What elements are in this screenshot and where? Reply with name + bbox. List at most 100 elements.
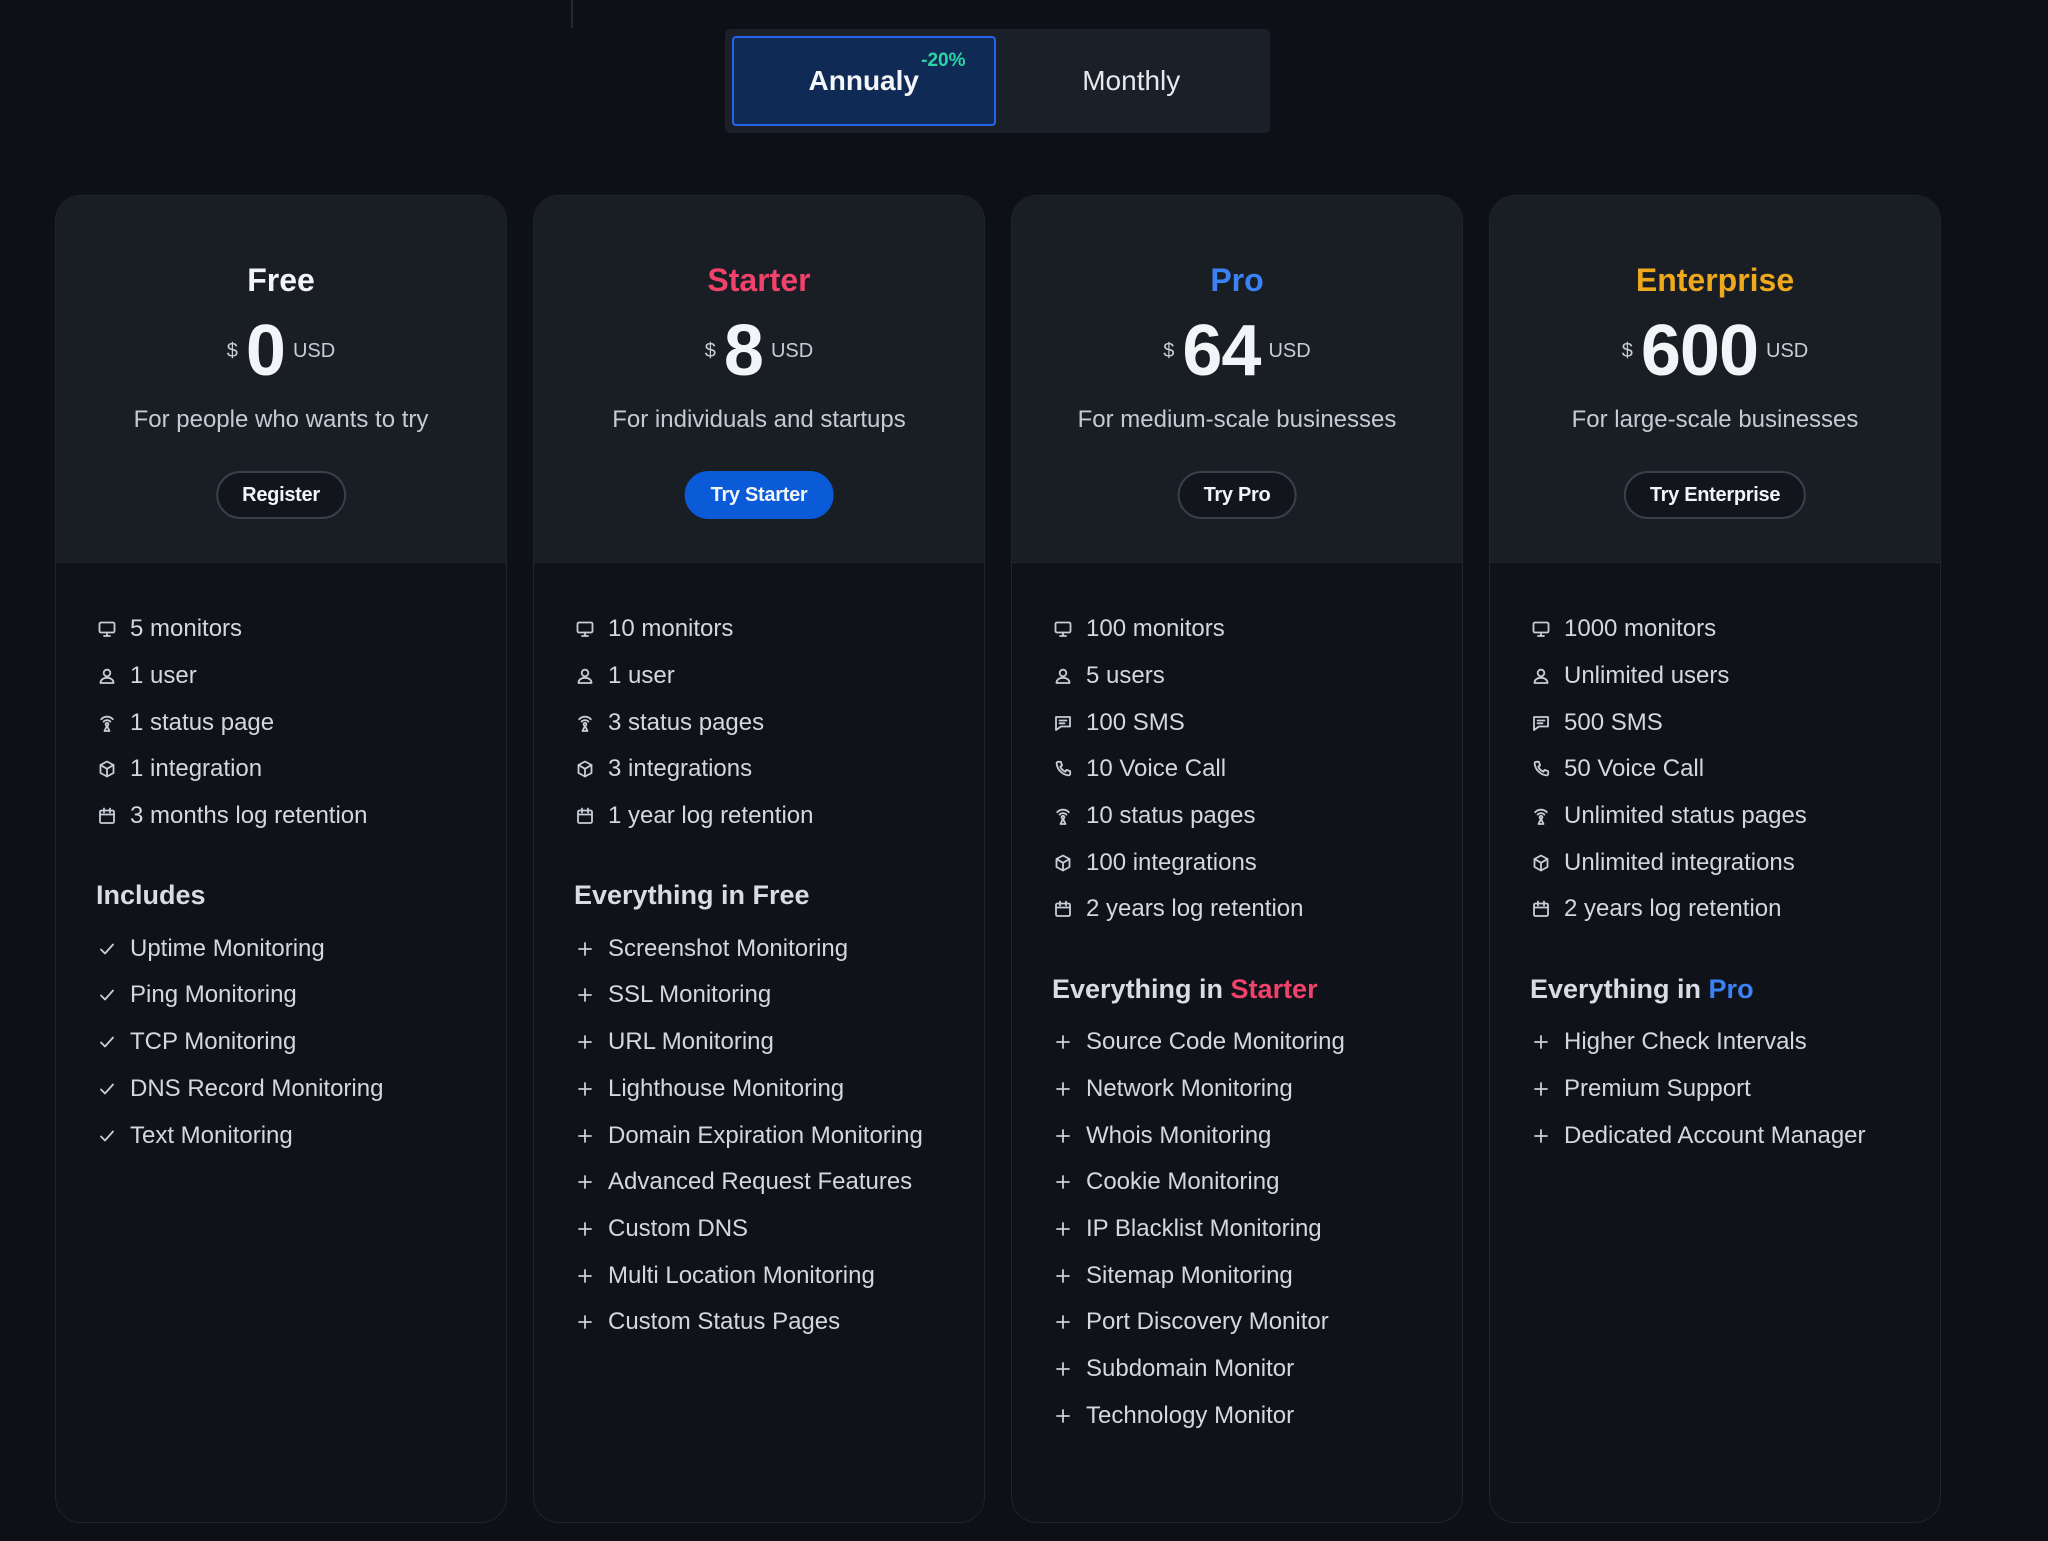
limit-item: 1000 monitors bbox=[1530, 606, 1900, 653]
limit-item: 1 user bbox=[96, 653, 466, 700]
limit-text: 3 integrations bbox=[608, 755, 753, 783]
feature-item: DNS Record Monitoring bbox=[96, 1066, 466, 1113]
limit-item: 1 user bbox=[574, 653, 944, 700]
plan-description: For medium-scale businesses bbox=[1077, 406, 1397, 433]
plan-card-enterprise: Enterprise $ 600 USD For large-scale bus… bbox=[1489, 195, 1941, 1523]
limit-text: 10 Voice Call bbox=[1086, 755, 1227, 783]
limit-item: 3 months log retention bbox=[96, 793, 466, 840]
feature-item: IP Blacklist Monitoring bbox=[1052, 1206, 1422, 1253]
plan-name: Starter bbox=[707, 262, 811, 298]
section-title-text: Everything in Free bbox=[574, 880, 810, 911]
try-enterprise-button[interactable]: Try Enterprise bbox=[1623, 471, 1807, 519]
limit-text: 100 SMS bbox=[1086, 708, 1185, 736]
try-pro-button[interactable]: Try Pro bbox=[1177, 471, 1297, 519]
phone-icon bbox=[1530, 758, 1552, 780]
integration-icon bbox=[1530, 852, 1552, 874]
price: $ 600 USD bbox=[1490, 311, 1940, 391]
feature-text: IP Blacklist Monitoring bbox=[1086, 1214, 1322, 1242]
feature-text: Screenshot Monitoring bbox=[608, 934, 849, 962]
monthly-label: Monthly bbox=[1082, 65, 1181, 96]
feature-item: Uptime Monitoring bbox=[96, 925, 466, 972]
limit-text: 100 integrations bbox=[1086, 848, 1257, 876]
feature-item: Multi Location Monitoring bbox=[574, 1252, 944, 1299]
limit-item: 100 integrations bbox=[1052, 839, 1422, 886]
calendar-icon bbox=[96, 805, 118, 827]
message-icon bbox=[1530, 712, 1552, 734]
user-icon bbox=[1530, 665, 1552, 687]
plus-icon bbox=[574, 1218, 596, 1240]
plus-icon bbox=[574, 1171, 596, 1193]
feature-text: Advanced Request Features bbox=[608, 1168, 913, 1196]
limit-text: Unlimited integrations bbox=[1564, 848, 1795, 876]
check-icon bbox=[96, 984, 118, 1006]
limit-text: 3 months log retention bbox=[130, 802, 368, 830]
limit-text: 50 Voice Call bbox=[1564, 755, 1705, 783]
plus-icon bbox=[574, 1078, 596, 1100]
limit-item: Unlimited users bbox=[1530, 653, 1900, 700]
broadcast-icon bbox=[1530, 805, 1552, 827]
section-title-text: Includes bbox=[96, 880, 206, 911]
feature-item: Premium Support bbox=[1530, 1066, 1900, 1113]
feature-text: URL Monitoring bbox=[608, 1028, 774, 1056]
feature-item: SSL Monitoring bbox=[574, 972, 944, 1019]
register-button[interactable]: Register bbox=[216, 471, 346, 519]
monitor-icon bbox=[96, 618, 118, 640]
plan-features: Higher Check Intervals Premium Support Ded… bbox=[1530, 1019, 1900, 1159]
feature-text: Source Code Monitoring bbox=[1086, 1028, 1345, 1056]
limit-item: 10 monitors bbox=[574, 606, 944, 653]
plan-features: Screenshot Monitoring SSL Monitoring URL M… bbox=[574, 925, 944, 1345]
plus-icon bbox=[1052, 1171, 1074, 1193]
user-icon bbox=[1052, 665, 1074, 687]
plan-card-free: Free $ 0 USD For people who wants to try… bbox=[55, 195, 507, 1523]
plus-icon bbox=[1052, 1265, 1074, 1287]
feature-item: Custom DNS bbox=[574, 1206, 944, 1253]
check-icon bbox=[96, 938, 118, 960]
feature-item: Custom Status Pages bbox=[574, 1299, 944, 1346]
integration-icon bbox=[96, 758, 118, 780]
price-amount: 8 bbox=[723, 311, 764, 391]
feature-item: Text Monitoring bbox=[96, 1112, 466, 1159]
feature-item: Subdomain Monitor bbox=[1052, 1346, 1422, 1393]
divider-line bbox=[571, 0, 573, 28]
plan-limits: 1000 monitors Unlimited users 500 SMS 50 Vo… bbox=[1530, 606, 1900, 933]
limit-text: 1 integration bbox=[130, 755, 263, 783]
section-title-accent: Starter bbox=[1230, 973, 1318, 1004]
plus-icon bbox=[574, 1265, 596, 1287]
limit-item: 1 year log retention bbox=[574, 793, 944, 840]
message-icon bbox=[1052, 712, 1074, 734]
plan-description: For people who wants to try bbox=[133, 406, 429, 433]
plan-header: Free $ 0 USD For people who wants to try… bbox=[56, 196, 506, 563]
integration-icon bbox=[574, 758, 596, 780]
annual-label: Annualy bbox=[808, 65, 919, 96]
broadcast-icon bbox=[574, 712, 596, 734]
feature-item: Port Discovery Monitor bbox=[1052, 1299, 1422, 1346]
limit-item: 2 years log retention bbox=[1530, 886, 1900, 933]
feature-item: Whois Monitoring bbox=[1052, 1112, 1422, 1159]
plus-icon bbox=[1530, 1031, 1552, 1053]
plan-name: Enterprise bbox=[1635, 262, 1795, 298]
limit-item: 3 integrations bbox=[574, 746, 944, 793]
features-section-title: Everything in Starter bbox=[1052, 969, 1422, 1009]
plan-features: Source Code Monitoring Network Monitoring… bbox=[1052, 1019, 1422, 1439]
limit-text: 100 monitors bbox=[1086, 615, 1225, 643]
limit-text: 500 SMS bbox=[1564, 708, 1663, 736]
plus-icon bbox=[1052, 1031, 1074, 1053]
limit-text: 10 status pages bbox=[1086, 802, 1256, 830]
plan-limits: 100 monitors 5 users 100 SMS 10 Voice Call 1… bbox=[1052, 606, 1422, 933]
limit-item: 500 SMS bbox=[1530, 699, 1900, 746]
limit-text: 1 status page bbox=[130, 708, 275, 736]
monthly-option-button[interactable]: Monthly bbox=[1000, 36, 1263, 126]
phone-icon bbox=[1052, 758, 1074, 780]
feature-text: Dedicated Account Manager bbox=[1564, 1121, 1866, 1149]
limit-item: 1 status page bbox=[96, 699, 466, 746]
plan-limits: 5 monitors 1 user 1 status page 1 integrati… bbox=[96, 606, 466, 839]
feature-text: Port Discovery Monitor bbox=[1086, 1308, 1329, 1336]
annual-option-button[interactable]: Annualy -20% bbox=[732, 36, 996, 126]
feature-text: TCP Monitoring bbox=[130, 1028, 297, 1056]
try-starter-button[interactable]: Try Starter bbox=[684, 471, 834, 519]
billing-toggle: Annualy -20% Monthly bbox=[725, 29, 1270, 133]
plus-icon bbox=[574, 1031, 596, 1053]
plus-icon bbox=[1052, 1125, 1074, 1147]
limit-text: 1 user bbox=[130, 662, 197, 690]
plus-icon bbox=[574, 984, 596, 1006]
